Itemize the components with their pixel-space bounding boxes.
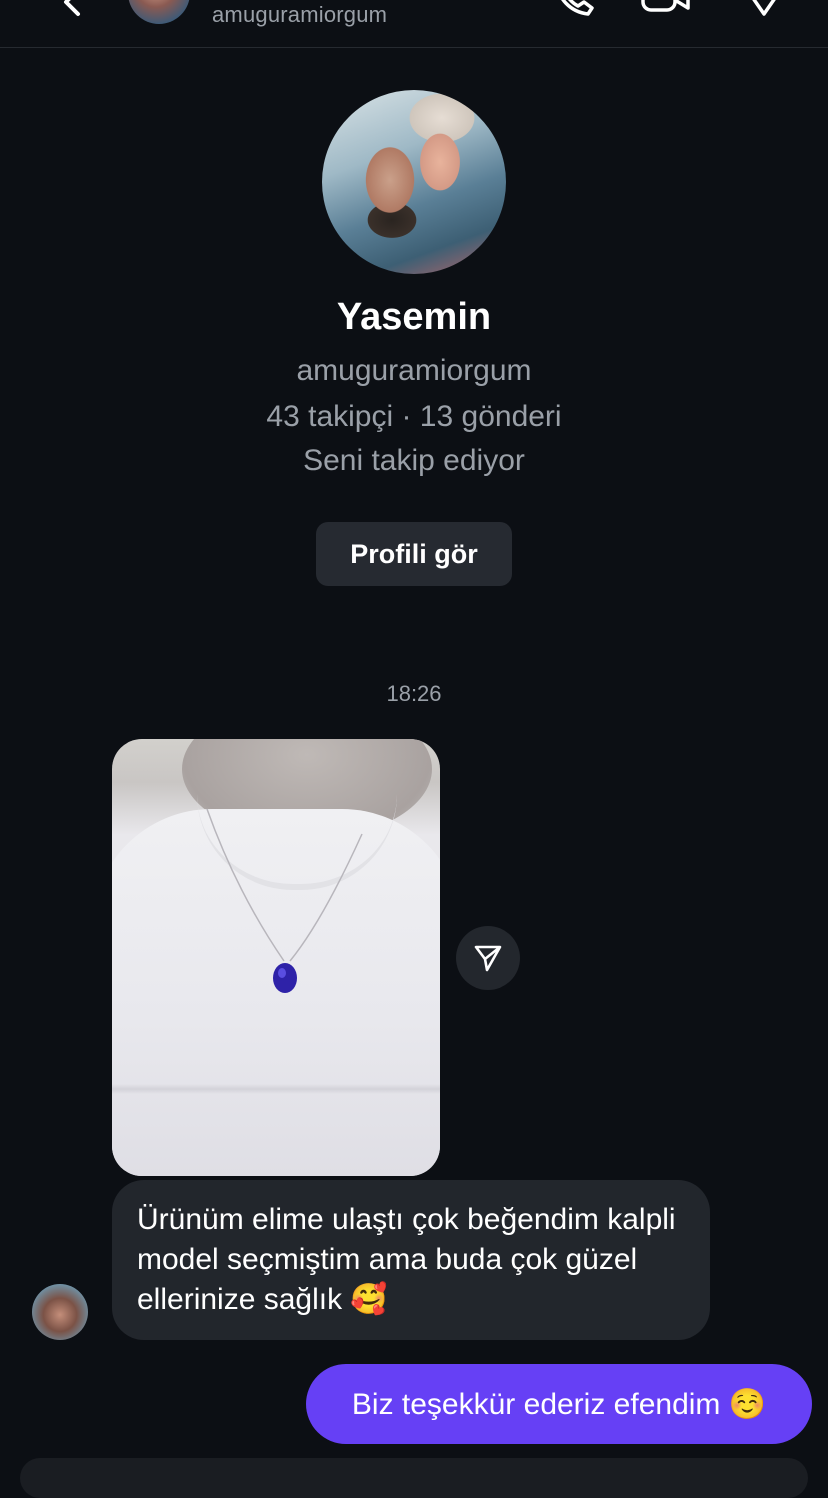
share-button[interactable] [456,926,520,990]
necklace-image [206,808,363,993]
profile-stats: 43 takipçi · 13 gönderi [266,400,562,433]
profile-display-name: Yasemin [336,296,492,338]
incoming-message-bubble[interactable]: Ürünüm elime ulaştı çok beğendim kalpli … [112,1180,710,1340]
send-icon [474,945,502,972]
video-camera-icon[interactable] [640,0,692,16]
view-profile-button[interactable]: Profili gör [316,522,512,586]
photo-message[interactable] [112,739,440,1176]
message-timestamp: 18:26 [386,681,442,706]
chat-header: amuguramiorgum [0,0,828,48]
outgoing-message-bubble[interactable]: Biz teşekkür ederiz efendim ☺️ [306,1364,812,1444]
back-icon[interactable] [52,0,92,22]
follow-status: Seni takip ediyor [303,444,525,477]
outgoing-message-text: Biz teşekkür ederiz efendim ☺️ [351,1387,767,1421]
profile-avatar[interactable] [322,90,506,274]
header-username[interactable]: amuguramiorgum [212,2,387,28]
profile-username: amuguramiorgum [296,354,532,387]
incoming-message-text: Ürünüm elime ulaştı çok beğendim kalpli … [137,1203,676,1316]
phone-icon[interactable] [552,0,596,18]
sender-avatar[interactable] [32,1284,88,1340]
header-avatar[interactable] [128,0,190,24]
message-composer[interactable] [20,1458,808,1498]
info-icon[interactable] [742,0,786,18]
